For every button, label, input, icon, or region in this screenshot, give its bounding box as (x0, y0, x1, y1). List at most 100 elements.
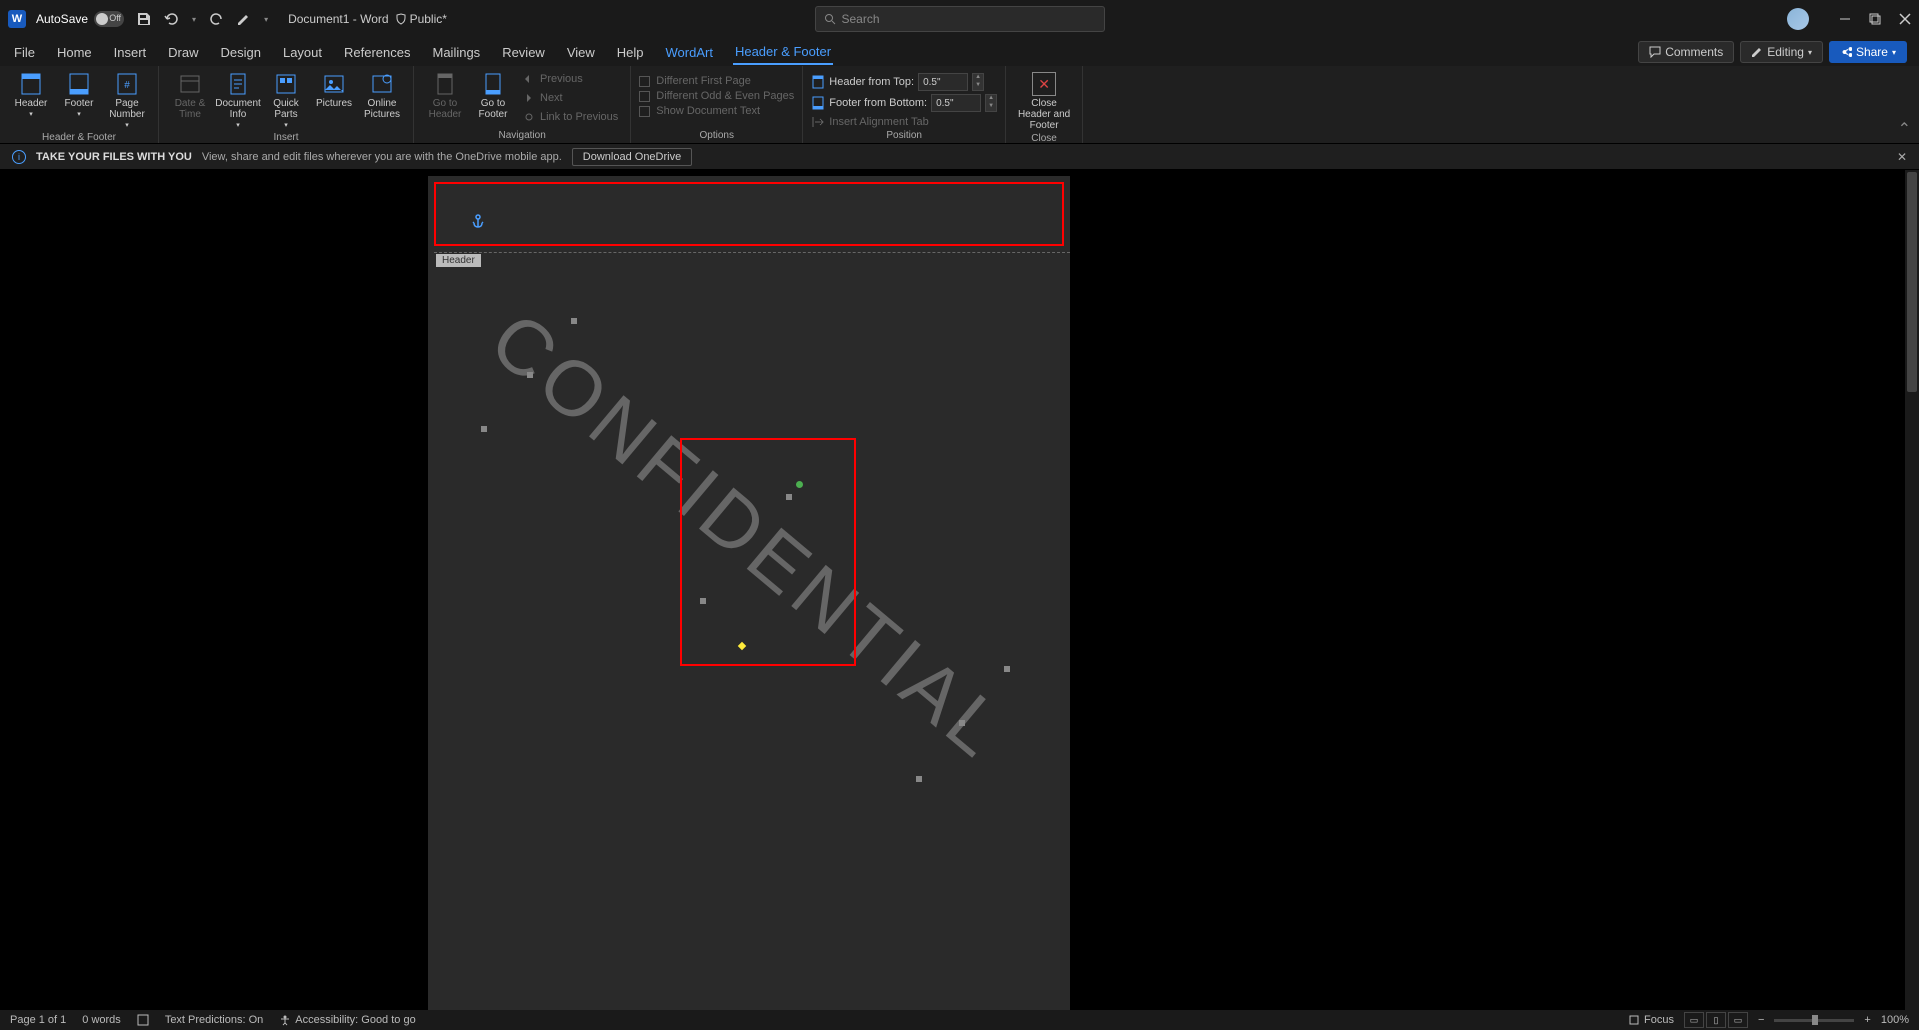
group-position: Position (811, 130, 997, 143)
page-number-button[interactable]: #Page Number▾ (104, 70, 150, 132)
header-from-top-row: Header from Top: ▲▼ (811, 72, 997, 92)
tab-wordart[interactable]: WordArt (664, 41, 715, 64)
zoom-level[interactable]: 100% (1881, 1014, 1909, 1026)
scroll-thumb[interactable] (1907, 172, 1917, 392)
selection-handle[interactable] (571, 318, 577, 324)
show-document-text-checkbox[interactable]: Show Document Text (639, 104, 794, 118)
document-info-button[interactable]: Document Info▾ (215, 70, 261, 132)
collapse-ribbon-icon[interactable]: ⌃ (1898, 119, 1911, 139)
selection-handle[interactable] (481, 426, 487, 432)
zoom-in-button[interactable]: + (1864, 1014, 1870, 1026)
text-predictions-status[interactable]: Text Predictions: On (165, 1014, 263, 1026)
undo-icon[interactable] (164, 11, 180, 27)
insert-alignment-tab-button: Insert Alignment Tab (811, 114, 997, 130)
pencil-icon (1751, 46, 1763, 58)
undo-dropdown[interactable]: ▾ (192, 15, 196, 24)
zoom-out-button[interactable]: − (1758, 1014, 1764, 1026)
editing-button[interactable]: Editing▾ (1740, 41, 1823, 63)
zoom-slider[interactable] (1774, 1019, 1854, 1022)
document-canvas[interactable]: Header CONFIDENTIAL (0, 170, 1919, 1010)
accessibility-status[interactable]: Accessibility: Good to go (279, 1014, 415, 1026)
selection-handle[interactable] (959, 720, 965, 726)
header-top-spinner[interactable]: ▲▼ (972, 73, 984, 91)
tab-help[interactable]: Help (615, 41, 646, 64)
quick-styles-icon[interactable] (236, 11, 252, 27)
page-status[interactable]: Page 1 of 1 (10, 1014, 66, 1026)
tab-references[interactable]: References (342, 41, 412, 64)
tab-file[interactable]: File (12, 41, 37, 64)
tab-mailings[interactable]: Mailings (431, 41, 483, 64)
message-close-icon[interactable]: ✕ (1897, 150, 1907, 164)
footer-button[interactable]: Footer▾ (56, 70, 102, 121)
online-pictures-button[interactable]: Online Pictures (359, 70, 405, 122)
tab-insert[interactable]: Insert (112, 41, 149, 64)
tab-draw[interactable]: Draw (166, 41, 200, 64)
tab-home[interactable]: Home (55, 41, 94, 64)
tab-review[interactable]: Review (500, 41, 547, 64)
share-button[interactable]: Share▾ (1829, 41, 1907, 63)
pictures-button[interactable]: Pictures (311, 70, 357, 111)
vertical-scrollbar[interactable] (1905, 170, 1919, 1010)
share-icon (1840, 46, 1852, 58)
goto-header-button: Go to Header (422, 70, 468, 122)
selection-handle[interactable] (916, 776, 922, 782)
group-options: Options (639, 130, 794, 143)
search-input[interactable]: Search (815, 6, 1105, 32)
download-onedrive-button[interactable]: Download OneDrive (572, 148, 692, 166)
different-first-page-checkbox[interactable]: Different First Page (639, 74, 794, 88)
word-count[interactable]: 0 words (82, 1014, 121, 1026)
header-region-label: Header (436, 254, 481, 267)
link-previous-button: Link to Previous (518, 108, 622, 126)
tab-design[interactable]: Design (219, 41, 263, 64)
comment-icon (1649, 46, 1661, 58)
read-mode-button[interactable]: ▭ (1684, 1012, 1704, 1028)
tab-layout[interactable]: Layout (281, 41, 324, 64)
print-layout-button[interactable]: ▯ (1706, 1012, 1726, 1028)
group-navigation: Navigation (422, 130, 622, 143)
selection-handle[interactable] (1004, 666, 1010, 672)
maximize-icon[interactable] (1869, 13, 1881, 25)
group-header-footer: Header & Footer (8, 132, 150, 145)
header-button[interactable]: Header▾ (8, 70, 54, 121)
footer-position-icon (811, 96, 825, 110)
status-bar: Page 1 of 1 0 words Text Predictions: On… (0, 1010, 1919, 1030)
header-position-icon (811, 75, 825, 89)
page[interactable]: Header CONFIDENTIAL (428, 176, 1070, 1010)
header-top-input[interactable] (918, 73, 968, 91)
web-layout-button[interactable]: ▭ (1728, 1012, 1748, 1028)
redo-icon[interactable] (208, 11, 224, 27)
spellcheck-icon[interactable] (137, 1014, 149, 1026)
close-icon[interactable] (1899, 13, 1911, 25)
header-edit-area[interactable] (434, 182, 1064, 246)
goto-footer-button[interactable]: Go to Footer (470, 70, 516, 122)
user-avatar[interactable] (1787, 8, 1809, 30)
different-odd-even-checkbox[interactable]: Different Odd & Even Pages (639, 89, 794, 103)
shield-icon (395, 13, 407, 25)
qat-dropdown[interactable]: ▾ (264, 15, 268, 24)
anchor-icon (472, 214, 484, 228)
autosave-toggle[interactable]: AutoSave Off (36, 11, 124, 27)
autosave-switch[interactable]: Off (94, 11, 124, 27)
word-app-icon: W (8, 10, 26, 28)
accessibility-icon (279, 1014, 291, 1026)
close-header-footer-button[interactable]: ✕ Close Header and Footer (1014, 70, 1074, 133)
info-icon: i (12, 150, 26, 164)
sensitivity-label[interactable]: Public* (395, 12, 447, 26)
comments-button[interactable]: Comments (1638, 41, 1734, 63)
footer-from-bottom-row: Footer from Bottom: ▲▼ (811, 93, 997, 113)
tab-view[interactable]: View (565, 41, 597, 64)
quick-parts-button[interactable]: Quick Parts▾ (263, 70, 309, 132)
autosave-label: AutoSave (36, 12, 88, 26)
focus-mode-button[interactable]: Focus (1628, 1014, 1674, 1026)
focus-icon (1628, 1014, 1640, 1026)
ribbon-tabs: File Home Insert Draw Design Layout Refe… (0, 38, 1919, 66)
previous-button: Previous (518, 70, 622, 88)
svg-text:#: # (124, 80, 130, 91)
selection-handle[interactable] (527, 372, 533, 378)
message-bar: i TAKE YOUR FILES WITH YOU View, share a… (0, 144, 1919, 170)
footer-bottom-input[interactable] (931, 94, 981, 112)
minimize-icon[interactable] (1839, 13, 1851, 25)
tab-header-footer[interactable]: Header & Footer (733, 40, 833, 65)
footer-bottom-spinner[interactable]: ▲▼ (985, 94, 997, 112)
save-icon[interactable] (136, 11, 152, 27)
